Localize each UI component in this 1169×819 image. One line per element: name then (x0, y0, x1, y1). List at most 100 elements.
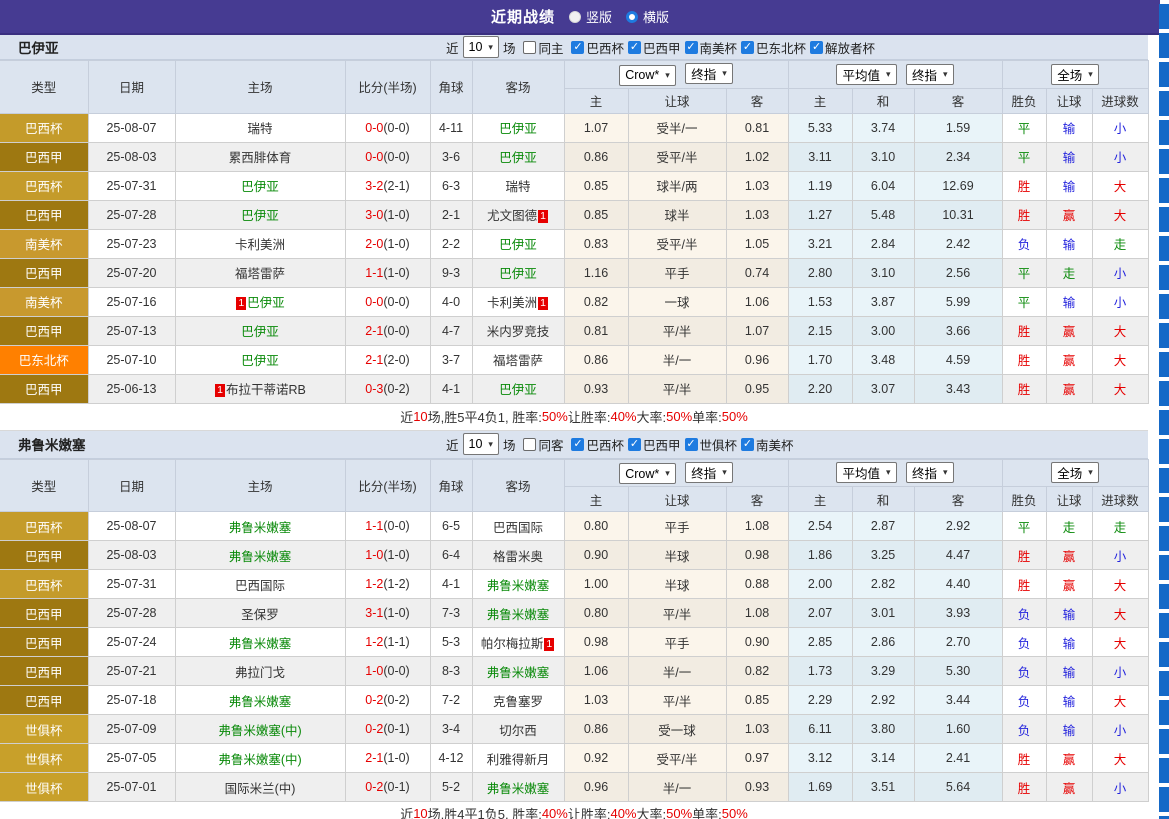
checkbox-checked-icon[interactable]: ✓ (628, 438, 641, 451)
league-filter[interactable]: ✓世俱杯 (685, 435, 738, 454)
odds-stage-select[interactable]: 终指▾ (685, 462, 733, 483)
checkbox-checked-icon[interactable]: ✓ (741, 41, 754, 54)
score-cell: 3-1(1-0) (345, 599, 430, 628)
right-link-rail[interactable] (1159, 4, 1169, 819)
fulltime-score: 0-2 (365, 693, 383, 707)
team-name: 巴伊亚 (241, 325, 279, 339)
away-team-cell: 弗鲁米嫩塞 (472, 570, 564, 599)
checkbox-checked-icon[interactable]: ✓ (571, 41, 584, 54)
radio-horizontal[interactable]: 横版 (626, 7, 669, 26)
fulltime-score: 1-2 (365, 635, 383, 649)
goals-result: 小 (1092, 657, 1148, 686)
checkbox-checked-icon[interactable]: ✓ (810, 41, 823, 54)
odds-company-select[interactable]: Crow*▾ (619, 463, 676, 484)
checkbox-unchecked-icon[interactable] (523, 438, 536, 451)
checkbox-checked-icon[interactable]: ✓ (628, 41, 641, 54)
goals-result: 小 (1092, 715, 1148, 744)
scope-select[interactable]: 全场▾ (1051, 64, 1099, 85)
league-filter[interactable]: ✓南美杯 (741, 435, 794, 454)
radio-unselected-icon[interactable] (626, 11, 638, 23)
handicap-result: 赢 (1046, 570, 1092, 599)
handicap-line: 平手 (628, 628, 726, 657)
col-score: 比分(半场) (345, 61, 430, 114)
chevron-down-icon: ▾ (488, 439, 493, 450)
handicap-result: 输 (1046, 686, 1092, 715)
league-cell: 世俱杯 (0, 715, 88, 744)
odds-stage-select[interactable]: 终指▾ (685, 63, 733, 84)
away-team-cell: 瑞特 (472, 171, 564, 200)
corner-cell: 5-2 (430, 773, 472, 802)
home-team-cell: 巴伊亚 (175, 345, 345, 374)
league-filter[interactable]: ✓巴东北杯 (741, 38, 806, 57)
europe-stage-select[interactable]: 终指▾ (906, 462, 954, 483)
corner-cell: 6-3 (430, 171, 472, 200)
handicap-result: 输 (1046, 599, 1092, 628)
avg-away-odds: 3.66 (914, 316, 1002, 345)
match-count-select[interactable]: 10▾ (463, 36, 499, 58)
same-venue-filter[interactable]: 同主 (523, 38, 563, 57)
score-cell: 1-1(1-0) (345, 258, 430, 287)
league-filter[interactable]: ✓解放者杯 (810, 38, 875, 57)
home-team-cell: 弗鲁米嫩塞 (175, 628, 345, 657)
team-name: 弗拉门戈 (235, 666, 285, 680)
goals-result: 小 (1092, 773, 1148, 802)
fulltime-score: 0-2 (365, 722, 383, 736)
checkbox-checked-icon[interactable]: ✓ (571, 438, 584, 451)
handicap-result: 走 (1046, 258, 1092, 287)
team-name: 弗鲁米嫩塞 (487, 666, 550, 680)
league-filter[interactable]: ✓巴西甲 (628, 435, 681, 454)
radio-horizontal-label: 横版 (643, 7, 669, 26)
handicap-away-odds: 0.90 (726, 628, 788, 657)
europe-odds-select[interactable]: 平均值▾ (836, 64, 896, 85)
avg-home-odds: 1.86 (788, 541, 852, 570)
europe-odds-select[interactable]: 平均值▾ (836, 462, 896, 483)
col-type: 类型 (0, 61, 88, 114)
avg-draw-odds: 5.48 (852, 200, 914, 229)
league-filter[interactable]: ✓巴西杯 (571, 38, 624, 57)
team-name: 累西腓体育 (229, 151, 292, 165)
match-count-select[interactable]: 10▾ (463, 433, 499, 455)
col-corner: 角球 (430, 459, 472, 512)
chevron-down-icon: ▾ (665, 468, 670, 479)
away-team-cell: 巴伊亚 (472, 229, 564, 258)
radio-vertical[interactable]: 竖版 (569, 7, 612, 26)
radio-selected-icon[interactable] (569, 11, 581, 23)
checkbox-checked-icon[interactable]: ✓ (685, 41, 698, 54)
league-cell: 世俱杯 (0, 773, 88, 802)
handicap-result: 输 (1046, 657, 1092, 686)
summary-segment: 40% (542, 806, 568, 819)
score-cell: 0-0(0-0) (345, 287, 430, 316)
near-label: 近 (446, 435, 459, 454)
league-cell: 巴西杯 (0, 171, 88, 200)
avg-away-odds: 3.93 (914, 599, 1002, 628)
league-filter[interactable]: ✓巴西甲 (628, 38, 681, 57)
handicap-line: 平手 (628, 258, 726, 287)
fulltime-score: 0-0 (365, 121, 383, 135)
checkbox-unchecked-icon[interactable] (523, 41, 536, 54)
score-cell: 0-3(0-2) (345, 374, 430, 403)
date-cell: 25-08-07 (88, 512, 175, 541)
chevron-down-icon: ▾ (943, 467, 948, 478)
team-name-title: 弗鲁米嫩塞 (18, 434, 86, 454)
europe-odds-group-header: 平均值▾ 终指▾ (788, 459, 1002, 487)
same-venue-filter[interactable]: 同客 (523, 435, 563, 454)
goals-result: 小 (1092, 258, 1148, 287)
corner-cell: 4-11 (430, 113, 472, 142)
league-filter[interactable]: ✓巴西杯 (571, 435, 624, 454)
odds-company-select[interactable]: Crow*▾ (619, 65, 676, 86)
team-name: 弗鲁米嫩塞 (487, 782, 550, 796)
table-body: 巴西杯25-08-07弗鲁米嫩塞1-1(0-0)6-5巴西国际0.80平手1.0… (0, 512, 1148, 802)
scope-select[interactable]: 全场▾ (1051, 462, 1099, 483)
league-filters: ✓巴西杯✓巴西甲✓南美杯✓巴东北杯✓解放者杯 (567, 38, 875, 57)
score-cell: 3-0(1-0) (345, 200, 430, 229)
league-filter[interactable]: ✓南美杯 (685, 38, 738, 57)
checkbox-checked-icon[interactable]: ✓ (741, 438, 754, 451)
match-row: 世俱杯25-07-09弗鲁米嫩塞(中)0-2(0-1)3-4切尔西0.86受一球… (0, 715, 1148, 744)
checkbox-checked-icon[interactable]: ✓ (685, 438, 698, 451)
home-team-cell: 巴西国际 (175, 570, 345, 599)
goals-result: 走 (1092, 512, 1148, 541)
halftime-score: (0-2) (383, 382, 409, 396)
handicap-away-odds: 0.93 (726, 773, 788, 802)
europe-stage-select[interactable]: 终指▾ (906, 64, 954, 85)
handicap-result: 输 (1046, 142, 1092, 171)
